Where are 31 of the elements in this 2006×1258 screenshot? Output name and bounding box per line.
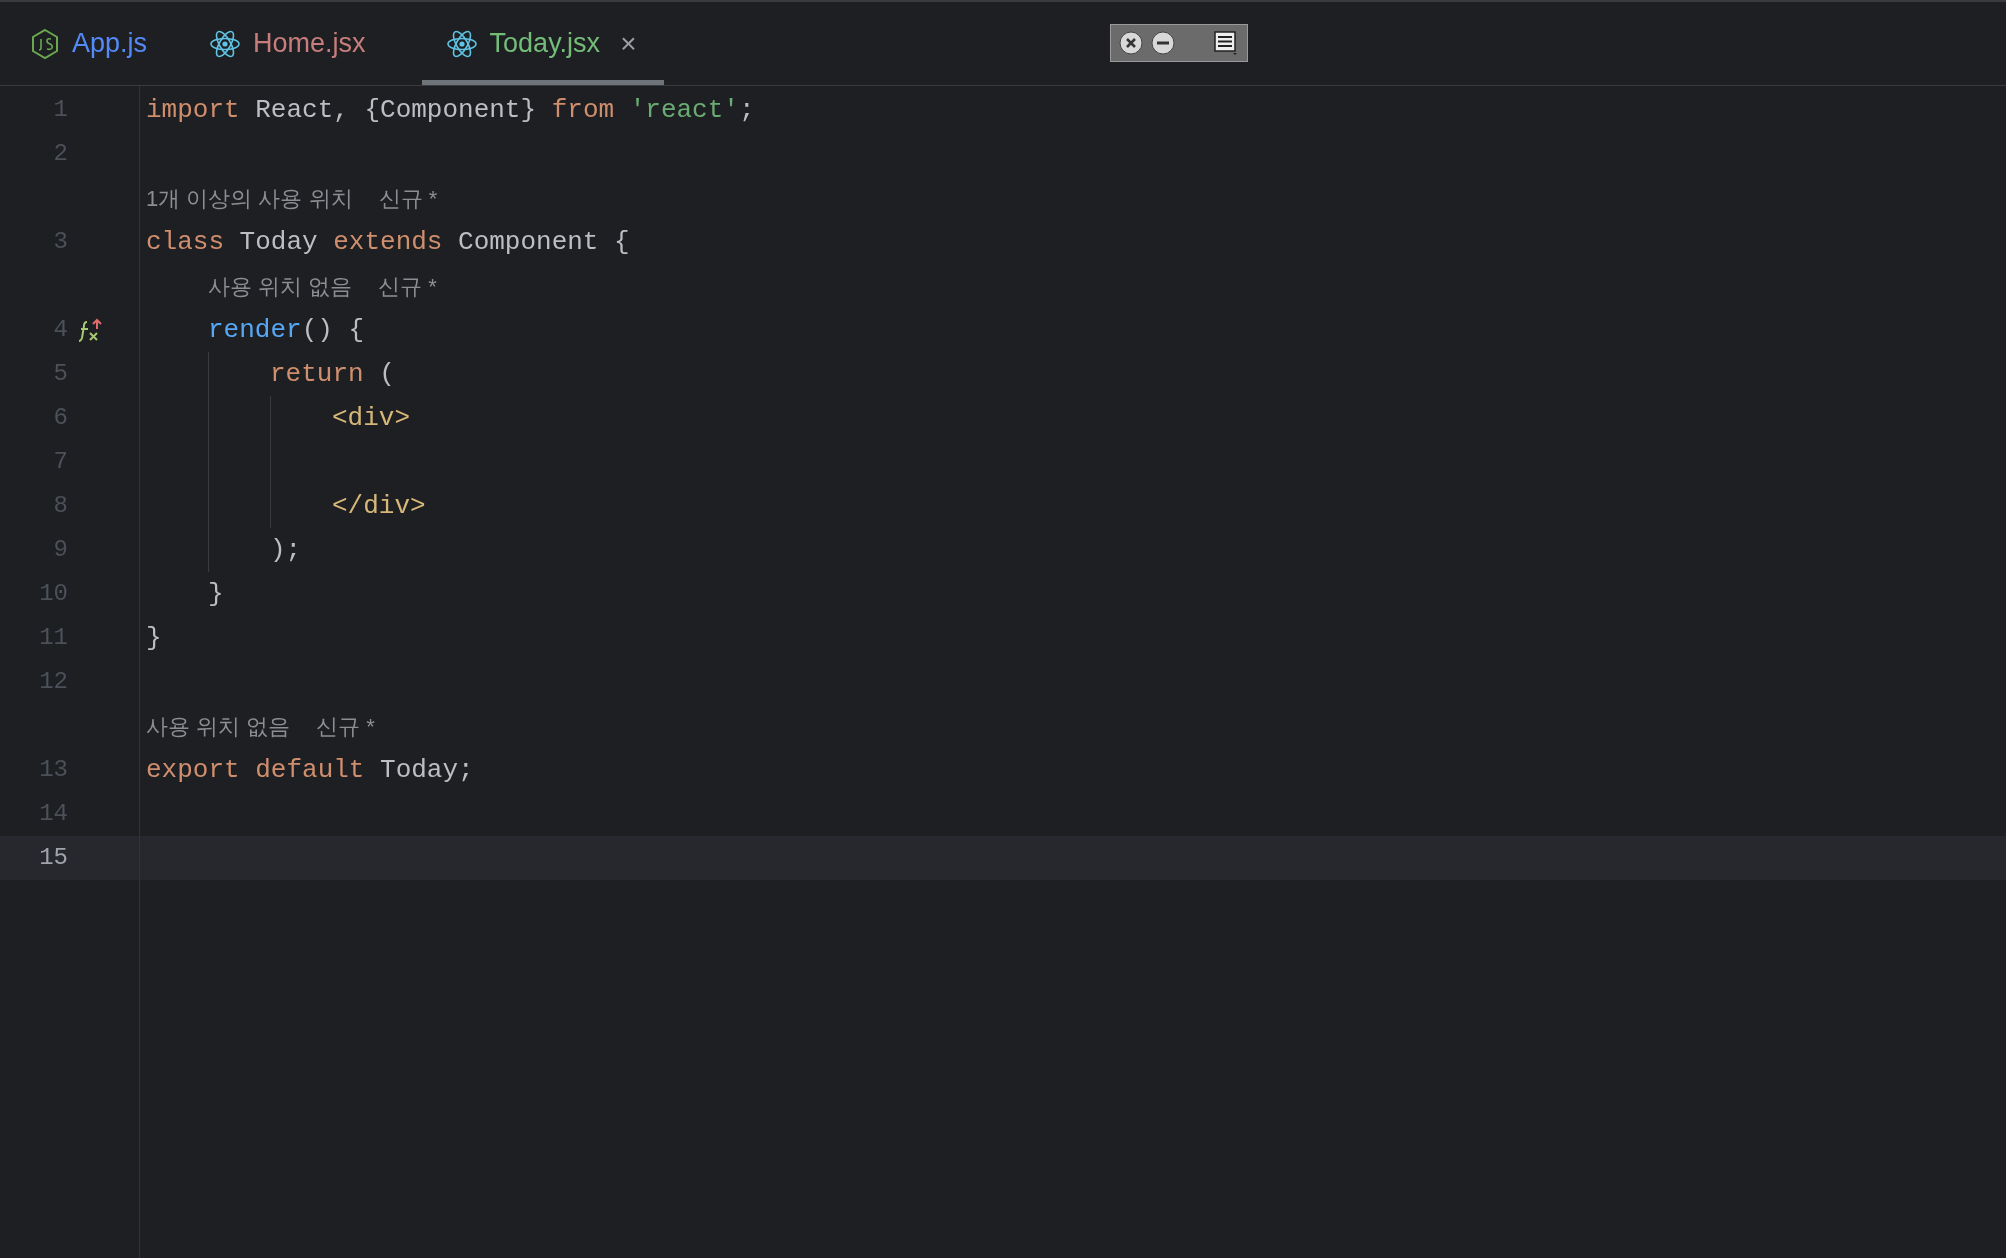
code-line: } bbox=[208, 577, 224, 611]
editor-tab[interactable]: Home.jsx bbox=[203, 2, 372, 85]
code-line: </div> bbox=[332, 489, 426, 523]
usages-hint[interactable]: 사용 위치 없음 bbox=[146, 709, 291, 743]
js-hexagon-icon bbox=[30, 27, 60, 60]
author-hint[interactable]: 신규 * bbox=[378, 269, 437, 303]
usages-hint[interactable]: 사용 위치 없음 bbox=[208, 269, 353, 303]
minimize-icon[interactable] bbox=[1151, 31, 1175, 55]
code-line: } bbox=[146, 621, 162, 655]
code-line: class Today extends Component { bbox=[146, 225, 630, 259]
code-line: render() { bbox=[208, 313, 365, 347]
editor-tab[interactable]: App.js bbox=[24, 2, 154, 85]
code-line: export default Today; bbox=[146, 753, 474, 787]
tab-label: App.js bbox=[72, 27, 148, 61]
tab-label: Today.jsx bbox=[489, 27, 601, 61]
atom-icon bbox=[445, 28, 478, 59]
menu-icon[interactable] bbox=[1213, 30, 1239, 56]
function-override-icon[interactable] bbox=[78, 317, 104, 343]
code-line: <div> bbox=[332, 401, 410, 435]
editor-tab[interactable]: Today.jsx × bbox=[421, 2, 665, 85]
code-line: ); bbox=[270, 533, 302, 567]
tab-label: Home.jsx bbox=[253, 27, 366, 61]
close-tab-button[interactable]: × bbox=[620, 22, 637, 65]
usages-hint[interactable]: 1개 이상의 사용 위치 bbox=[146, 181, 353, 215]
close-icon[interactable] bbox=[1119, 31, 1143, 55]
code-line: import React, {Component} from 'react'; bbox=[146, 93, 755, 127]
line-number: 15 bbox=[39, 843, 68, 873]
atom-icon bbox=[209, 28, 242, 59]
author-hint[interactable]: 신규 * bbox=[378, 181, 438, 215]
code-line: return ( bbox=[270, 357, 395, 391]
author-hint[interactable]: 신규 * bbox=[316, 709, 375, 743]
